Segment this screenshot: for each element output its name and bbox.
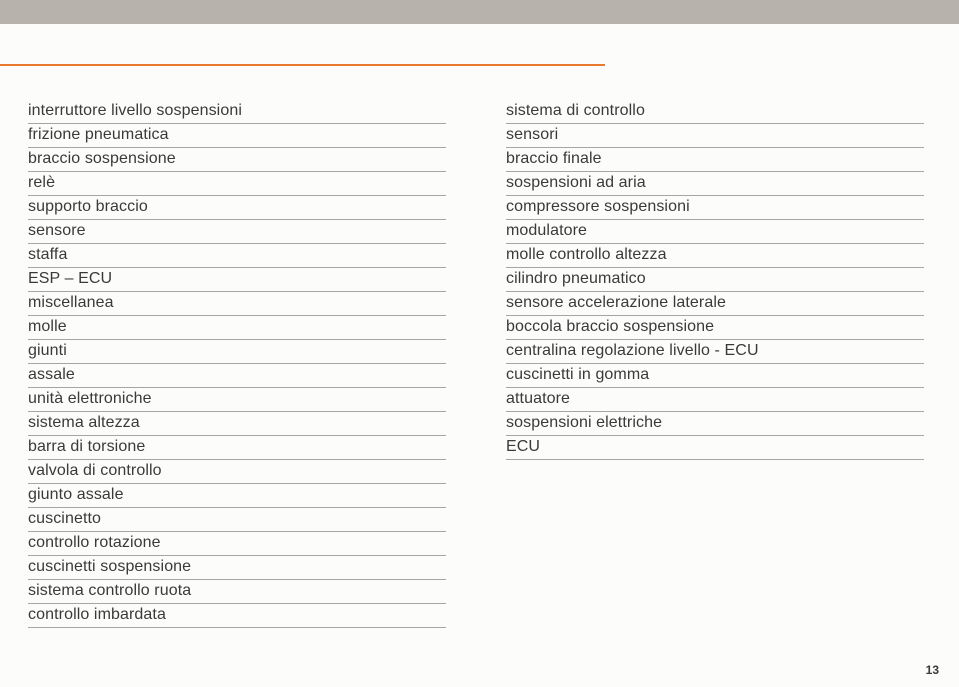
list-item: sistema altezza bbox=[28, 412, 446, 436]
list-item: braccio finale bbox=[506, 148, 924, 172]
list-item: centralina regolazione livello - ECU bbox=[506, 340, 924, 364]
right-column: sistema di controllo sensori braccio fin… bbox=[506, 100, 924, 628]
list-item: sensore bbox=[28, 220, 446, 244]
left-column: interruttore livello sospensioni frizion… bbox=[28, 100, 446, 628]
list-item: sospensioni elettriche bbox=[506, 412, 924, 436]
list-item: ECU bbox=[506, 436, 924, 460]
list-item: braccio sospensione bbox=[28, 148, 446, 172]
accent-line bbox=[0, 64, 605, 66]
list-item: relè bbox=[28, 172, 446, 196]
page-number: 13 bbox=[926, 663, 939, 677]
list-item: cuscinetti sospensione bbox=[28, 556, 446, 580]
list-item: attuatore bbox=[506, 388, 924, 412]
list-item: controllo imbardata bbox=[28, 604, 446, 628]
list-item: molle controllo altezza bbox=[506, 244, 924, 268]
list-item: unità elettroniche bbox=[28, 388, 446, 412]
list-item: interruttore livello sospensioni bbox=[28, 100, 446, 124]
list-item: sensori bbox=[506, 124, 924, 148]
list-item: molle bbox=[28, 316, 446, 340]
list-item: cilindro pneumatico bbox=[506, 268, 924, 292]
list-item: controllo rotazione bbox=[28, 532, 446, 556]
list-item: boccola braccio sospensione bbox=[506, 316, 924, 340]
list-item: ESP – ECU bbox=[28, 268, 446, 292]
list-item: modulatore bbox=[506, 220, 924, 244]
list-item: sospensioni ad aria bbox=[506, 172, 924, 196]
list-item: compressore sospensioni bbox=[506, 196, 924, 220]
list-item: sistema di controllo bbox=[506, 100, 924, 124]
list-item: sistema controllo ruota bbox=[28, 580, 446, 604]
list-item: assale bbox=[28, 364, 446, 388]
list-item: giunti bbox=[28, 340, 446, 364]
list-item: sensore accelerazione laterale bbox=[506, 292, 924, 316]
list-item: cuscinetti in gomma bbox=[506, 364, 924, 388]
list-item: valvola di controllo bbox=[28, 460, 446, 484]
list-item: frizione pneumatica bbox=[28, 124, 446, 148]
list-item: supporto braccio bbox=[28, 196, 446, 220]
list-item: cuscinetto bbox=[28, 508, 446, 532]
top-stripe bbox=[0, 0, 959, 24]
list-item: staffa bbox=[28, 244, 446, 268]
content-columns: interruttore livello sospensioni frizion… bbox=[0, 100, 959, 628]
list-item: barra di torsione bbox=[28, 436, 446, 460]
list-item: miscellanea bbox=[28, 292, 446, 316]
list-item: giunto assale bbox=[28, 484, 446, 508]
